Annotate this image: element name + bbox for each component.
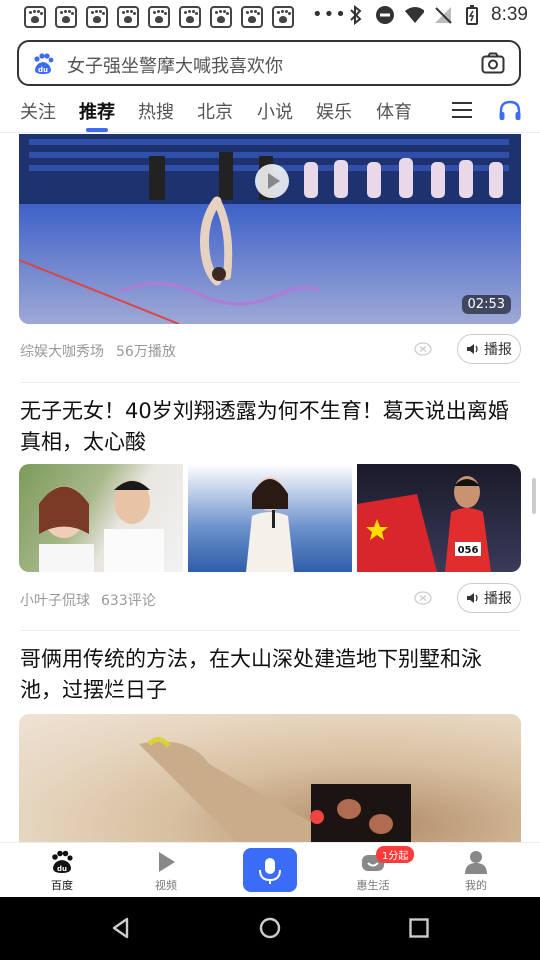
nav-item-video[interactable]: 视频 [126, 849, 206, 893]
channel-tabs: 关注 推荐 热搜 北京 小说 娱乐 体育 [0, 92, 540, 132]
battery-icon [462, 5, 482, 25]
baidu-notification-icon [241, 6, 263, 28]
video-thumbnail[interactable]: 02:53 [19, 134, 521, 324]
source-name[interactable]: 综娱大咖秀场 [20, 341, 104, 361]
tab-novels[interactable]: 小说 [257, 98, 293, 124]
tab-following[interactable]: 关注 [20, 98, 56, 124]
nav-item-profile[interactable]: 我的 [436, 849, 516, 893]
nav-item-baidu[interactable]: du 百度 [22, 849, 102, 893]
card-divider [20, 630, 520, 631]
promo-badge: 1分起 [376, 846, 415, 863]
floor-boundary-line [19, 259, 180, 324]
video-duration: 02:53 [461, 295, 511, 314]
notification-icons [24, 6, 294, 28]
baidu-paw-icon: du [52, 850, 73, 873]
dismiss-icon[interactable] [414, 340, 432, 358]
nav-label: 我的 [465, 879, 487, 892]
search-bar[interactable]: du 女子强坐警摩大喊我喜欢你 [17, 40, 521, 86]
back-icon[interactable] [110, 917, 132, 939]
baidu-notification-icon [55, 6, 77, 28]
baidu-notification-icon [179, 6, 201, 28]
article-title[interactable]: 无子无女！40岁刘翔透露为何不生育！葛天说出离婚真相，太心酸 [20, 396, 522, 458]
bottom-navigation: du 百度 视频 惠生活 1分起 我的 [0, 842, 540, 898]
recents-icon[interactable] [408, 917, 430, 939]
speaker-icon [467, 593, 478, 603]
profile-icon [465, 851, 487, 874]
headphones-icon[interactable] [498, 100, 522, 122]
play-count: 56万播放 [116, 344, 176, 360]
do-not-disturb-icon [375, 5, 395, 25]
clock: 8:39 [491, 4, 528, 25]
voice-search-button[interactable] [243, 848, 297, 892]
source-name[interactable]: 小叶子侃球 [20, 590, 90, 610]
svg-text:056: 056 [458, 545, 479, 556]
baidu-notification-icon [272, 6, 294, 28]
article-image-couple[interactable] [19, 464, 183, 572]
broadcast-button[interactable]: 播报 [457, 583, 521, 613]
tabs-divider [0, 132, 540, 133]
play-icon[interactable] [255, 164, 289, 198]
microphone-icon [259, 858, 281, 884]
home-icon[interactable] [259, 917, 281, 939]
svg-text:du: du [38, 66, 48, 74]
tab-entertainment[interactable]: 娱乐 [316, 98, 352, 124]
broadcast-label: 播报 [484, 591, 512, 607]
tab-beijing[interactable]: 北京 [197, 98, 233, 124]
card-divider [20, 382, 520, 383]
nav-label: 视频 [155, 879, 177, 892]
wifi-icon [404, 5, 425, 25]
article-title[interactable]: 哥俩用传统的方法，在大山深处建造地下别墅和泳池，过摆烂日子 [20, 644, 522, 706]
baidu-notification-icon [24, 6, 46, 28]
search-input[interactable]: 女子强坐警摩大喊我喜欢你 [67, 52, 283, 78]
dismiss-icon[interactable] [414, 589, 432, 607]
baidu-notification-icon [210, 6, 232, 28]
nav-label: 百度 [51, 879, 73, 892]
nav-label: 惠生活 [356, 879, 390, 892]
article-image-athlete[interactable]: 056 [357, 464, 521, 572]
camera-icon[interactable] [481, 52, 505, 74]
tab-recommended[interactable]: 推荐 [79, 98, 115, 124]
article-image-speaker[interactable] [188, 464, 352, 572]
system-navigation-bar [0, 897, 540, 960]
news-feed[interactable]: 02:53 综娱大咖秀场 56万播放 播报 无子无女！40岁刘翔透露为何不生育！… [0, 134, 540, 842]
bluetooth-icon [346, 5, 366, 25]
broadcast-button[interactable]: 播报 [457, 334, 521, 364]
no-signal-icon [433, 5, 453, 25]
tab-sports[interactable]: 体育 [376, 98, 412, 124]
baidu-notification-icon [86, 6, 108, 28]
speaker-icon [467, 344, 478, 354]
baidu-notification-icon [117, 6, 139, 28]
tab-hot-search[interactable]: 热搜 [138, 98, 174, 124]
menu-icon[interactable] [452, 102, 472, 118]
comment-count: 633评论 [101, 593, 156, 609]
broadcast-label: 播报 [484, 342, 512, 358]
article-image-underground[interactable] [19, 714, 521, 842]
svg-text:du: du [57, 865, 67, 873]
baidu-paw-icon: du [34, 53, 54, 74]
video-play-icon [159, 852, 175, 872]
scrollbar[interactable] [532, 478, 536, 514]
more-notifications-icon: ••• [312, 4, 347, 25]
status-bar: ••• 8:39 [0, 0, 540, 34]
baidu-notification-icon [148, 6, 170, 28]
